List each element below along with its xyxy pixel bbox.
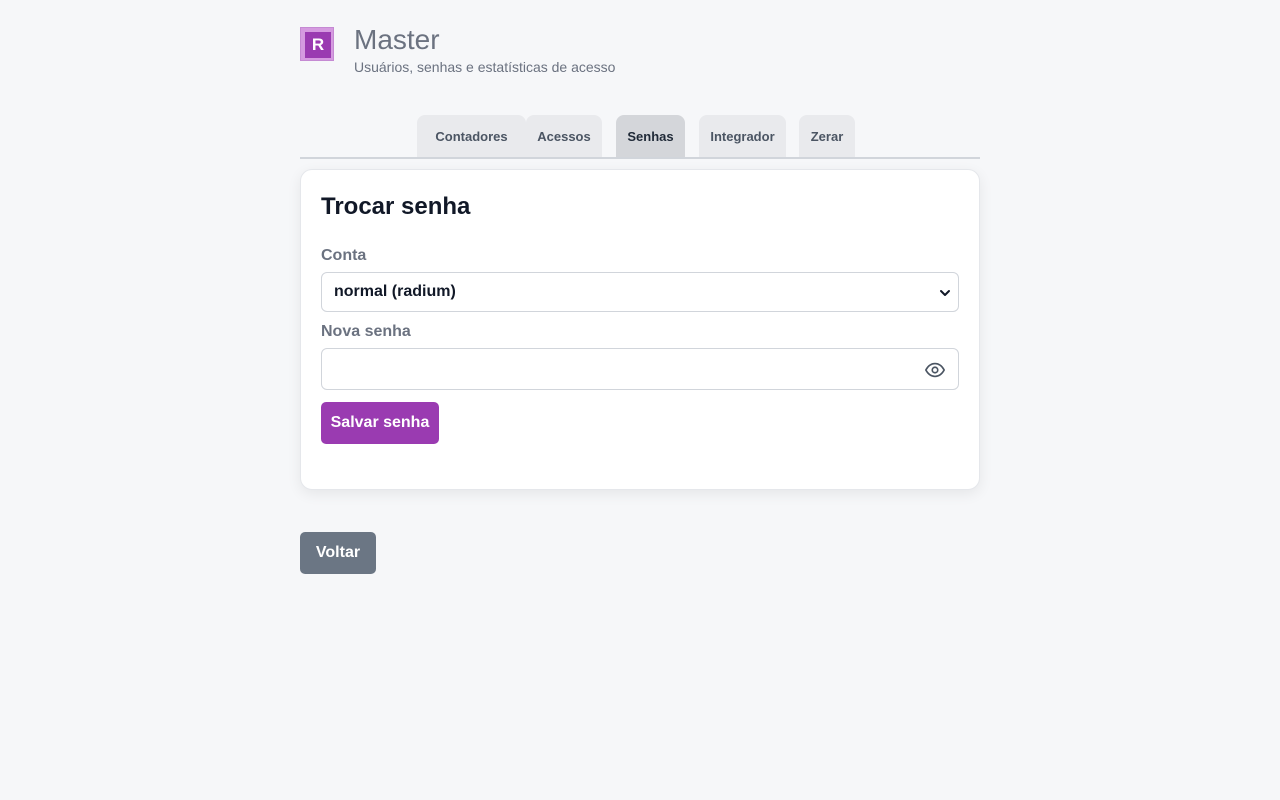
page-title: Master — [354, 24, 440, 55]
tab-contadores[interactable]: Contadores — [417, 115, 526, 157]
change-password-card: Trocar senha Conta normal (radium) Nova … — [300, 169, 980, 490]
eye-icon[interactable] — [924, 359, 946, 381]
new-password-label: Nova senha — [321, 323, 411, 340]
tab-senhas[interactable]: Senhas — [616, 115, 685, 157]
save-password-button[interactable]: Salvar senha — [321, 402, 439, 444]
chevron-down-icon — [940, 290, 950, 296]
back-button[interactable]: Voltar — [300, 532, 376, 574]
tab-bar: Contadores Acessos Senhas Integrador Zer… — [300, 115, 980, 159]
tab-zerar[interactable]: Zerar — [799, 115, 855, 157]
page-subtitle: Usuários, senhas e estatísticas de acess… — [354, 59, 616, 75]
tab-integrador[interactable]: Integrador — [699, 115, 786, 157]
logo: R — [300, 27, 334, 61]
tab-acessos[interactable]: Acessos — [526, 115, 602, 157]
new-password-input[interactable] — [321, 348, 959, 390]
account-select[interactable]: normal (radium) — [321, 272, 959, 312]
account-label: Conta — [321, 247, 367, 264]
card-title: Trocar senha — [321, 193, 471, 220]
logo-letter: R — [305, 32, 331, 58]
account-select-value: normal (radium) — [334, 283, 456, 300]
